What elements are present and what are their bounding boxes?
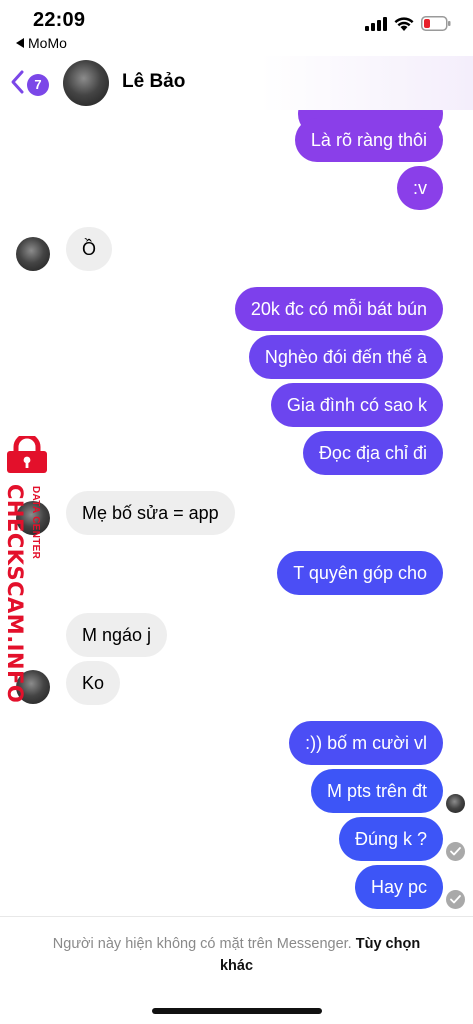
lock-icon — [4, 433, 50, 479]
message-bubble-sent[interactable]: Là rõ ràng thôi — [294, 118, 443, 162]
message-bubble-sent[interactable]: Nghèo đói đến thế à — [248, 335, 443, 379]
unread-badge: 7 — [27, 73, 49, 96]
back-app-label: MoMo — [28, 35, 67, 51]
message-bubble-sent[interactable]: M pts trên đt — [310, 769, 443, 813]
back-button[interactable]: 7 — [9, 69, 49, 100]
watermark: CHECKSCAM.INFO DATA CENTER — [0, 433, 56, 703]
status-icons — [365, 16, 451, 36]
watermark-site: CHECKSCAM.INFO — [3, 484, 27, 704]
message-bubble-sent[interactable]: Hay pc — [354, 865, 443, 909]
message-bubble-sent[interactable]: :v — [396, 166, 443, 210]
unavailable-text: Người này hiện không có mặt trên Messeng… — [52, 936, 352, 952]
message-bubble-sent[interactable]: Đọc địa chỉ đi — [302, 431, 443, 475]
status-time: 22:09 — [33, 9, 86, 31]
contact-avatar[interactable] — [63, 60, 109, 106]
message-bubble-sent[interactable]: 20k đc có mỗi bát bún — [234, 287, 443, 331]
back-triangle-icon — [16, 35, 25, 51]
unavailable-notice: Người này hiện không có mặt trên Messeng… — [40, 933, 433, 977]
message-list[interactable]: Là rõ ràng thôi :v Ồ 20k đc có mỗi bát b… — [0, 110, 473, 915]
message-bubble-received[interactable]: Mẹ bố sửa = app — [66, 491, 235, 535]
message-bubble-sent[interactable]: T quyên góp cho — [277, 551, 443, 595]
watermark-subtitle: DATA CENTER — [30, 486, 41, 560]
message-bubble-received[interactable]: Ồ — [66, 227, 113, 271]
message-bubble-sent[interactable]: :)) bố m cười vl — [289, 721, 443, 765]
sent-check-icon — [446, 890, 465, 909]
contact-name[interactable]: Lê Bảo — [122, 71, 185, 93]
conversation-header: 7 Lê Bảo — [0, 56, 473, 110]
message-bubble-received[interactable]: M ngáo j — [66, 613, 168, 657]
back-to-app-link[interactable]: MoMo — [16, 35, 67, 51]
wifi-icon — [394, 16, 414, 36]
sent-check-icon — [446, 842, 465, 861]
chevron-left-icon — [9, 69, 25, 100]
message-bubble-received[interactable]: Ko — [66, 661, 121, 705]
contact-mini-avatar — [16, 237, 50, 271]
read-receipt-avatar — [446, 794, 465, 813]
battery-icon — [421, 16, 451, 36]
message-bubble-sent[interactable]: Đúng k ? — [338, 817, 443, 861]
signal-icon — [365, 16, 387, 36]
home-indicator[interactable] — [152, 1008, 322, 1014]
message-bubble-sent[interactable]: Gia đình có sao k — [270, 383, 443, 427]
status-bar: 22:09 MoMo — [0, 0, 473, 56]
